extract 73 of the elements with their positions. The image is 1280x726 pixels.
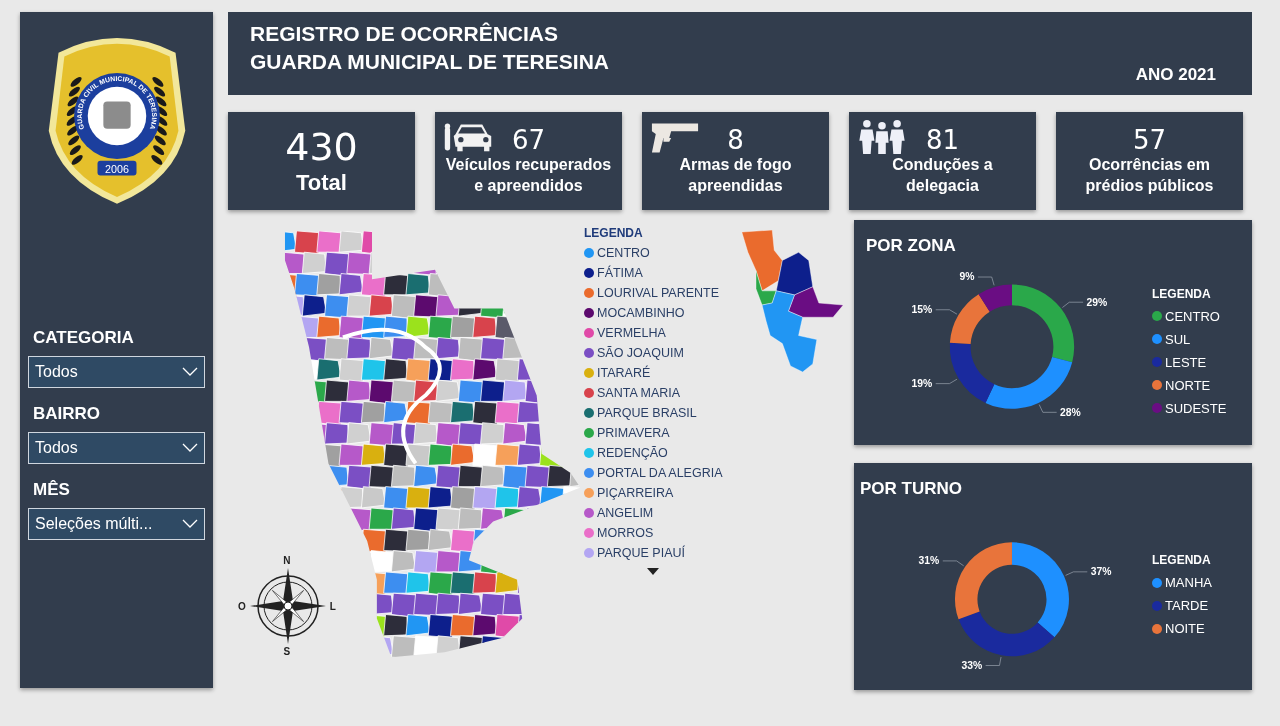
scroll-down-icon[interactable] — [647, 568, 660, 575]
legend-label: SUDESTE — [1165, 400, 1227, 416]
chart-title: POR ZONA — [865, 235, 957, 256]
people-icon — [857, 120, 907, 154]
chevron-icon — [182, 519, 198, 529]
filter-dropdown[interactable]: Todos — [28, 432, 205, 464]
chevron-icon — [182, 443, 198, 453]
leader-line — [935, 378, 958, 384]
leader-line — [977, 276, 995, 286]
filter-dropdown[interactable]: Seleções múlti... — [28, 508, 205, 540]
legend-label: CENTRO — [597, 246, 650, 260]
percent-label: 33% — [961, 659, 983, 671]
kpi-label: Conduções a delegacia — [891, 155, 994, 196]
kpi-value: 67 — [511, 125, 546, 156]
legend-label: SANTA MARIA — [597, 386, 681, 400]
kpi-value: 8 — [727, 125, 744, 156]
percent-label: 19% — [911, 378, 933, 390]
kpi-value: 57 — [1132, 125, 1167, 156]
chart-title: POR TURNO — [859, 478, 963, 499]
percent-label: 28% — [1060, 406, 1081, 418]
legend-label: LOURIVAL PARENTE — [597, 286, 720, 300]
legend-title: LEGENDA — [584, 226, 644, 240]
chevron-icon — [182, 367, 198, 377]
kpi-value: 430 — [285, 124, 358, 169]
filter-label: MÊS — [32, 479, 71, 501]
filter-dropdown[interactable]: Todos — [28, 356, 205, 388]
legend-label: ITARARÉ — [597, 366, 651, 380]
leader-line — [935, 309, 958, 315]
legend-label: SÃO JOAQUIM — [597, 346, 684, 360]
dashboard-title: REGISTRO DE OCORRÊNCIAS — [250, 22, 560, 46]
legend-label: REDENÇÃO — [597, 446, 668, 460]
legend-label: SUL — [1165, 331, 1191, 347]
legend-label: FÁTIMA — [597, 266, 643, 280]
percent-label: 31% — [918, 554, 940, 566]
legend-label: TARDE — [1165, 598, 1209, 613]
compass-letter: S — [283, 646, 291, 657]
leader-line — [1062, 301, 1084, 308]
leader-line — [985, 656, 1002, 666]
legend-label: MORROS — [597, 526, 654, 540]
legend-title: LEGENDA — [1152, 553, 1212, 567]
dashboard-title: GUARDA MUNICIPAL DE TERESINA — [250, 50, 609, 74]
legend-label: PIÇARREIRA — [597, 486, 674, 500]
legend-label: MANHA — [1165, 575, 1212, 590]
legend-label: ANGELIM — [597, 506, 654, 520]
percent-label: 15% — [911, 304, 933, 316]
leader-line — [1065, 571, 1088, 576]
year-label: ANO 2021 — [1135, 65, 1216, 85]
percent-label: 9% — [959, 271, 975, 283]
legend-label: MOCAMBINHO — [597, 306, 685, 320]
filter-label: BAIRRO — [32, 403, 102, 425]
legend-label: PRIMAVERA — [597, 426, 670, 440]
compass-letter: O — [238, 600, 246, 612]
legend-title: LEGENDA — [1152, 286, 1212, 301]
legend-label: LESTE — [1165, 354, 1207, 370]
legend-label: CENTRO — [1165, 308, 1220, 324]
kpi-value: 81 — [925, 125, 960, 156]
percent-label: 29% — [1086, 296, 1108, 308]
percent-label: 37% — [1090, 565, 1112, 577]
legend-label: PARQUE PIAUÍ — [597, 546, 685, 560]
kpi-label: Ocorrências em prédios públicos — [1084, 155, 1215, 196]
legend-label: NOITE — [1165, 621, 1205, 636]
kpi-label: Armas de fogo apreendidas — [678, 155, 793, 196]
kpi-label: Total — [295, 168, 348, 197]
legend-label: NORTE — [1165, 377, 1211, 393]
legend-label: PARQUE BRASIL — [597, 406, 697, 420]
kpi-label: Veículos recuperados e apreendidos — [444, 155, 613, 196]
legend-label: VERMELHA — [597, 326, 666, 340]
compass-letter: N — [283, 555, 291, 566]
compass-letter: L — [329, 600, 336, 612]
filter-label: CATEGORIA — [32, 327, 135, 349]
leader-line — [1038, 404, 1057, 413]
leader-line — [942, 560, 965, 566]
legend-label: PORTAL DA ALEGRIA — [597, 466, 723, 480]
